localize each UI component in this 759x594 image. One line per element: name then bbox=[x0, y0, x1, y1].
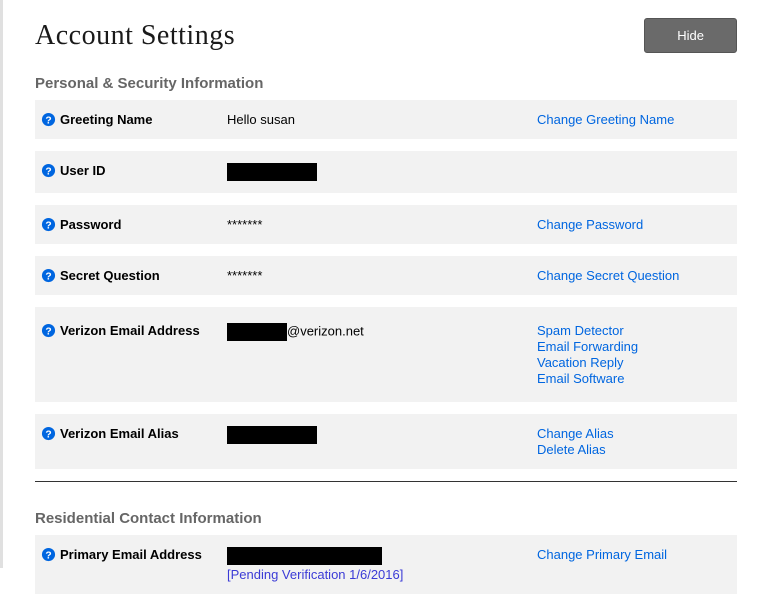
svg-text:?: ? bbox=[45, 220, 51, 231]
help-icon[interactable]: ? bbox=[41, 163, 56, 178]
label-secret: Secret Question bbox=[60, 268, 160, 283]
row-email: ? Verizon Email Address @verizon.net Spa… bbox=[35, 307, 737, 402]
label-alias: Verizon Email Alias bbox=[60, 426, 179, 441]
help-icon[interactable]: ? bbox=[41, 217, 56, 232]
link-change-greeting[interactable]: Change Greeting Name bbox=[537, 112, 727, 127]
row-primary-email: ? Primary Email Address [Pending Verific… bbox=[35, 535, 737, 594]
redacted-alias bbox=[227, 426, 317, 444]
redacted-email-local bbox=[227, 323, 287, 341]
help-icon[interactable]: ? bbox=[41, 323, 56, 338]
divider bbox=[35, 481, 737, 482]
email-domain: @verizon.net bbox=[287, 323, 364, 338]
redacted-userid bbox=[227, 163, 317, 181]
help-icon[interactable]: ? bbox=[41, 112, 56, 127]
row-greeting: ? Greeting Name Hello susan Change Greet… bbox=[35, 100, 737, 139]
section-personal-title: Personal & Security Information bbox=[35, 75, 737, 92]
link-change-alias[interactable]: Change Alias bbox=[537, 426, 727, 441]
link-email-software[interactable]: Email Software bbox=[537, 371, 727, 386]
svg-text:?: ? bbox=[45, 429, 51, 440]
row-password: ? Password ******* Change Password bbox=[35, 205, 737, 244]
link-change-primary-email[interactable]: Change Primary Email bbox=[537, 547, 727, 562]
hide-button[interactable]: Hide bbox=[644, 18, 737, 53]
redacted-primary-email bbox=[227, 547, 382, 565]
svg-text:?: ? bbox=[45, 326, 51, 337]
label-primary-email: Primary Email Address bbox=[60, 547, 202, 562]
svg-text:?: ? bbox=[45, 166, 51, 177]
pending-verification: [Pending Verification 1/6/2016] bbox=[227, 567, 537, 582]
label-greeting: Greeting Name bbox=[60, 112, 152, 127]
help-icon[interactable]: ? bbox=[41, 547, 56, 562]
value-secret: ******* bbox=[227, 268, 537, 283]
link-vacation-reply[interactable]: Vacation Reply bbox=[537, 355, 727, 370]
link-change-secret[interactable]: Change Secret Question bbox=[537, 268, 727, 283]
section-residential-title: Residential Contact Information bbox=[35, 510, 737, 527]
link-change-password[interactable]: Change Password bbox=[537, 217, 727, 232]
value-email: @verizon.net bbox=[227, 323, 537, 341]
link-email-forwarding[interactable]: Email Forwarding bbox=[537, 339, 727, 354]
label-userid: User ID bbox=[60, 163, 106, 178]
row-alias: ? Verizon Email Alias Change Alias Delet… bbox=[35, 414, 737, 469]
help-icon[interactable]: ? bbox=[41, 268, 56, 283]
help-icon[interactable]: ? bbox=[41, 426, 56, 441]
link-delete-alias[interactable]: Delete Alias bbox=[537, 442, 727, 457]
value-password: ******* bbox=[227, 217, 537, 232]
svg-text:?: ? bbox=[45, 550, 51, 561]
row-userid: ? User ID bbox=[35, 151, 737, 193]
page-title: Account Settings bbox=[35, 20, 235, 52]
label-password: Password bbox=[60, 217, 121, 232]
svg-text:?: ? bbox=[45, 271, 51, 282]
link-spam-detector[interactable]: Spam Detector bbox=[537, 323, 727, 338]
row-secret: ? Secret Question ******* Change Secret … bbox=[35, 256, 737, 295]
label-email: Verizon Email Address bbox=[60, 323, 200, 338]
svg-text:?: ? bbox=[45, 115, 51, 126]
value-greeting: Hello susan bbox=[227, 112, 537, 127]
